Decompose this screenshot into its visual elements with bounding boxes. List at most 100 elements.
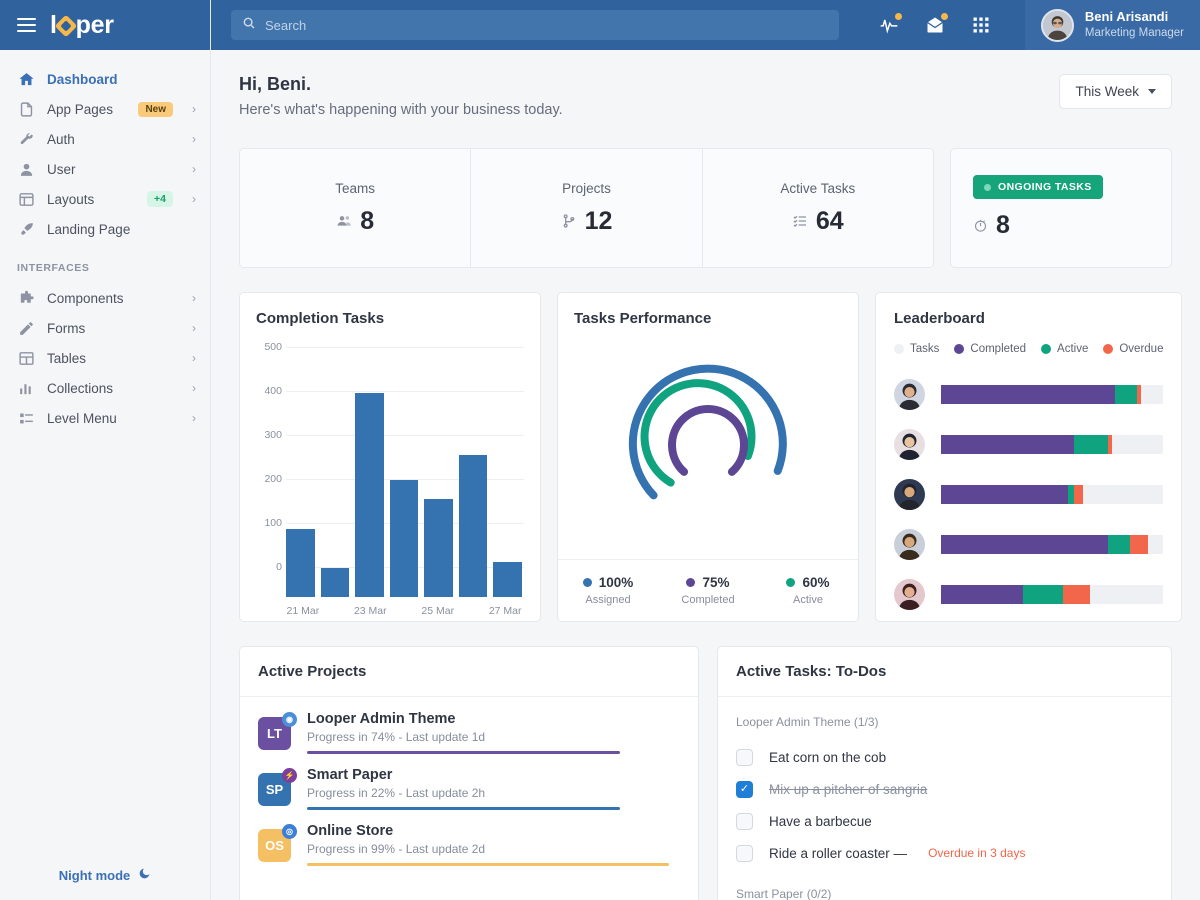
user-menu[interactable]: Beni Arisandi Marketing Manager (1025, 0, 1200, 50)
todo-checkbox[interactable] (736, 845, 753, 862)
stacked-bar (941, 385, 1163, 404)
sidebar-nav: Dashboard App Pages New › Auth › User › … (0, 50, 210, 900)
bar[interactable] (321, 568, 350, 597)
stat-label: Teams (335, 181, 375, 196)
legend-label: Completed (970, 343, 1026, 355)
cart-icon: ◎ (282, 824, 297, 839)
stat-card-projects[interactable]: Projects 12 (471, 149, 702, 267)
project-item[interactable]: OS◎Online StoreProgress in 99% - Last up… (258, 823, 680, 866)
hamburger-icon[interactable] (17, 18, 36, 32)
sidebar-item-app-pages[interactable]: App Pages New › (0, 94, 210, 124)
globe-icon: ◉ (282, 712, 297, 727)
chevron-right-icon: › (192, 322, 196, 334)
project-name: Online Store (307, 823, 680, 839)
logo[interactable]: lper (50, 11, 114, 40)
progress-track (307, 751, 620, 754)
progress-fill (307, 807, 620, 810)
bar[interactable] (286, 529, 315, 597)
bar[interactable] (459, 455, 488, 597)
ongoing-tasks-card[interactable]: ONGOING TASKS 8 (950, 148, 1172, 268)
todo-checkbox[interactable] (736, 813, 753, 830)
sidebar-item-label: App Pages (47, 102, 126, 117)
main-area: Beni Arisandi Marketing Manager Hi, Beni… (211, 0, 1200, 900)
y-axis-tick: 300 (256, 429, 282, 441)
todo-checkbox[interactable] (736, 749, 753, 766)
todo-group-label: Looper Admin Theme (1/3) (736, 715, 1153, 729)
sidebar-item-label: Collections (47, 381, 180, 396)
todo-item[interactable]: Eat corn on the cob (736, 741, 1153, 773)
bar-segment-completed (941, 485, 1068, 504)
stat-card-active-tasks[interactable]: Active Tasks 64 (703, 149, 933, 267)
sidebar-item-user[interactable]: User › (0, 154, 210, 184)
date-range-selector[interactable]: This Week (1059, 74, 1172, 109)
sidebar-item-layouts[interactable]: Layouts +4 › (0, 184, 210, 214)
chevron-right-icon: › (192, 193, 196, 205)
project-info: Smart PaperProgress in 22% - Last update… (307, 767, 680, 810)
leaderboard-card: Leaderboard TasksCompletedActiveOverdue (875, 292, 1182, 622)
legend-item: Completed (954, 343, 1026, 355)
y-axis-tick: 200 (256, 473, 282, 485)
todo-item[interactable]: Have a barbecue (736, 805, 1153, 837)
overdue-label: Overdue in 3 days (928, 846, 1025, 860)
todo-item[interactable]: Ride a roller coaster —Overdue in 3 days (736, 837, 1153, 869)
stat-value: 64 (816, 207, 844, 236)
stat-label: Projects (562, 181, 611, 196)
puzzle-icon (17, 289, 35, 307)
sidebar-item-label: Dashboard (47, 72, 196, 87)
leaderboard-row[interactable] (894, 369, 1163, 419)
sidebar-item-dashboard[interactable]: Dashboard (0, 64, 210, 94)
sidebar-item-landing-page[interactable]: Landing Page (0, 214, 210, 244)
mail-icon[interactable] (925, 15, 945, 35)
legend-label: Overdue (1119, 343, 1163, 355)
legend-label: Assigned (558, 594, 658, 606)
apps-grid-icon[interactable] (971, 15, 991, 35)
card-title: Completion Tasks (256, 310, 524, 327)
search-input[interactable] (265, 18, 828, 33)
sidebar-item-forms[interactable]: Forms › (0, 313, 210, 343)
sidebar-item-collections[interactable]: Collections › (0, 373, 210, 403)
leaderboard-row[interactable] (894, 419, 1163, 469)
project-item[interactable]: LT◉Looper Admin ThemeProgress in 74% - L… (258, 711, 680, 754)
sidebar-item-level-menu[interactable]: Level Menu › (0, 403, 210, 433)
x-axis-tick: 25 Mar (421, 605, 455, 617)
page-header: Hi, Beni. Here's what's happening with y… (239, 74, 1172, 118)
y-axis-tick: 100 (256, 517, 282, 529)
todo-item[interactable]: Mix up a pitcher of sangria (736, 773, 1153, 805)
chevron-right-icon: › (192, 163, 196, 175)
user-role: Marketing Manager (1085, 26, 1184, 41)
bar-segment-completed (941, 385, 1115, 404)
night-mode-toggle[interactable]: Night mode (0, 850, 210, 900)
bar[interactable] (424, 499, 453, 597)
stacked-bar (941, 485, 1163, 504)
activity-pulse-icon[interactable] (879, 15, 899, 35)
legend-dot-icon (583, 578, 592, 587)
project-item[interactable]: SP⚡Smart PaperProgress in 22% - Last upd… (258, 767, 680, 810)
bar[interactable] (390, 480, 419, 597)
stat-card-teams[interactable]: Teams 8 (240, 149, 471, 267)
leaderboard-rows (894, 369, 1163, 619)
leaderboard-row[interactable] (894, 519, 1163, 569)
progress-track (307, 863, 669, 866)
status-dot-icon (984, 184, 991, 191)
bar-chart-icon (17, 379, 35, 397)
legend-item: Overdue (1103, 343, 1163, 355)
legend-label: Active (758, 594, 858, 606)
sidebar-badge-count: +4 (147, 191, 173, 207)
projects-list: LT◉Looper Admin ThemeProgress in 74% - L… (240, 697, 698, 866)
bar[interactable] (493, 562, 522, 597)
sidebar-item-tables[interactable]: Tables › (0, 343, 210, 373)
todo-checkbox[interactable] (736, 781, 753, 798)
sidebar: lper Dashboard App Pages New › Auth › Us… (0, 0, 211, 900)
bar[interactable] (355, 393, 384, 597)
sidebar-item-components[interactable]: Components › (0, 283, 210, 313)
search-box[interactable] (231, 10, 839, 40)
card-title: Active Projects (258, 663, 680, 680)
avatar (1041, 9, 1074, 42)
todo-text: Mix up a pitcher of sangria (769, 782, 927, 797)
project-name: Smart Paper (307, 767, 680, 783)
leaderboard-row[interactable] (894, 569, 1163, 619)
stats-group: Teams 8 Projects 12 Ac (239, 148, 934, 268)
leaderboard-row[interactable] (894, 469, 1163, 519)
stat-value-wrap: 12 (561, 207, 613, 236)
sidebar-item-auth[interactable]: Auth › (0, 124, 210, 154)
